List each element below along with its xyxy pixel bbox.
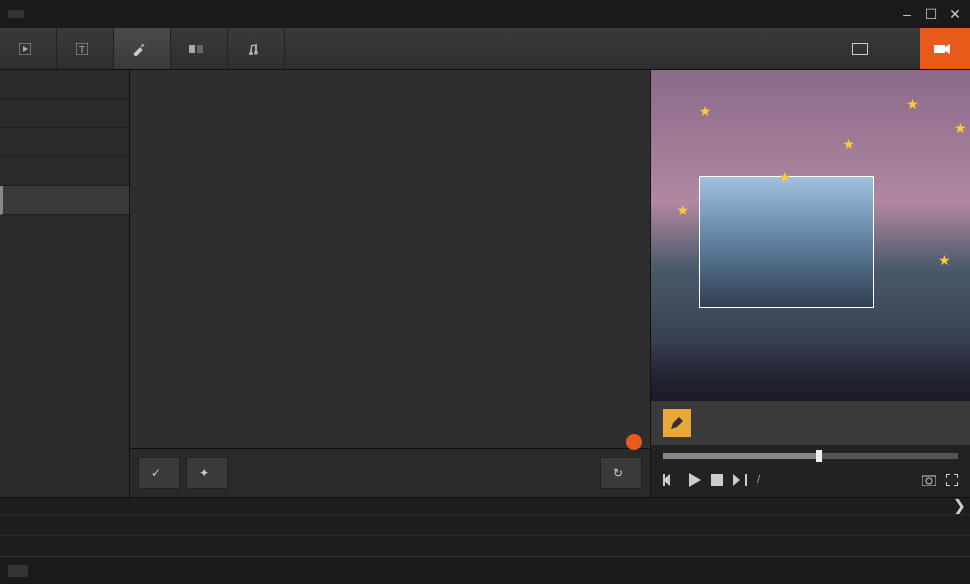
- play-button[interactable]: [687, 473, 701, 487]
- next-button[interactable]: [733, 474, 747, 486]
- effects-sidebar: [0, 70, 130, 497]
- tab-music[interactable]: [228, 28, 285, 69]
- sidebar-item-all[interactable]: [0, 70, 129, 99]
- playback-controls: /: [651, 467, 970, 497]
- aspect-icon: [852, 43, 868, 55]
- actions-row: ✓ ✦ ↻: [130, 448, 650, 497]
- sidebar-item-motion[interactable]: [0, 99, 129, 128]
- footer-tab-time[interactable]: [44, 565, 64, 577]
- prev-button[interactable]: [663, 474, 677, 486]
- footer-tab-slides[interactable]: [8, 565, 28, 577]
- footer: [0, 556, 970, 584]
- effects-grid: [130, 70, 650, 448]
- refresh-icon: ↻: [613, 466, 623, 480]
- preview-canvas[interactable]: ★★★★★★★: [651, 70, 970, 401]
- toolbar: T: [0, 28, 970, 70]
- timeline: ❯: [0, 497, 970, 556]
- sidebar-item-nature[interactable]: [0, 157, 129, 186]
- app-logo: [8, 10, 24, 18]
- sidebar-item-3d[interactable]: [0, 128, 129, 157]
- close-button[interactable]: ✕: [948, 6, 962, 23]
- sidebar-item-complex[interactable]: [0, 186, 129, 215]
- preview-panel: ★★★★★★★ /: [650, 70, 970, 497]
- tab-effects[interactable]: [114, 28, 171, 69]
- time-display: /: [757, 474, 760, 486]
- maximize-button[interactable]: ☐: [924, 6, 938, 23]
- camera-icon: [934, 43, 950, 55]
- music-icon: [246, 42, 260, 56]
- check-icon: ✓: [151, 466, 161, 480]
- minimize-button[interactable]: –: [900, 6, 914, 23]
- play-icon: [18, 42, 32, 56]
- record-badge-icon: [626, 434, 642, 450]
- save-button[interactable]: [888, 28, 920, 69]
- aspect-ratio[interactable]: [838, 28, 888, 69]
- create-button[interactable]: [920, 28, 970, 69]
- pencil-icon: [663, 409, 691, 437]
- random-button[interactable]: ✦: [186, 457, 228, 489]
- edit-slide-button[interactable]: [651, 401, 970, 445]
- stop-button[interactable]: [711, 474, 723, 486]
- effects-icon: [132, 42, 146, 56]
- transitions-icon: [189, 42, 203, 56]
- timeline-next-button[interactable]: ❯: [953, 498, 966, 514]
- svg-text:T: T: [79, 45, 85, 55]
- text-icon: T: [75, 42, 89, 56]
- music-track[interactable]: [0, 514, 970, 535]
- mic-track[interactable]: [0, 535, 970, 556]
- tab-clips[interactable]: [0, 28, 57, 69]
- apply-button[interactable]: ✓: [138, 457, 180, 489]
- snapshot-button[interactable]: [922, 474, 936, 486]
- clips-row: ❯: [0, 498, 970, 514]
- wand-icon: ✦: [199, 466, 209, 480]
- reset-button[interactable]: ↻: [600, 457, 642, 489]
- titlebar: – ☐ ✕: [0, 0, 970, 28]
- tab-titles[interactable]: T: [57, 28, 114, 69]
- tab-transitions[interactable]: [171, 28, 228, 69]
- fullscreen-button[interactable]: [946, 474, 958, 486]
- preview-scrubber[interactable]: [663, 453, 958, 459]
